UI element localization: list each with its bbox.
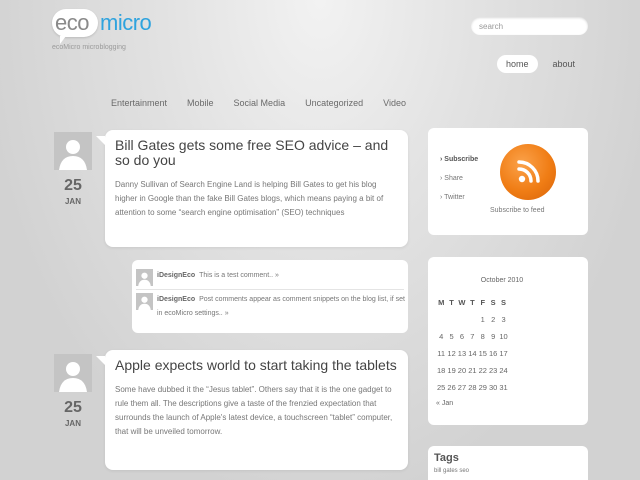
calendar-day: 31 <box>499 383 508 392</box>
calendar-day: 13 <box>457 349 467 358</box>
post-card: Bill Gates gets some free SEO advice – a… <box>96 130 408 247</box>
calendar-day: 7 <box>470 332 475 341</box>
category-nav: Entertainment Mobile Social Media Uncate… <box>111 98 426 108</box>
calendar-day: 18 <box>437 366 446 375</box>
comment-author[interactable]: iDesignEco <box>157 296 195 303</box>
subscribe-link[interactable]: › Subscribe <box>440 150 478 169</box>
calendar-day: 25 <box>437 383 446 392</box>
category-uncategorized[interactable]: Uncategorized <box>305 98 363 108</box>
post-date-day: 25 <box>64 177 82 194</box>
main-nav: home about <box>497 55 584 73</box>
comment-divider <box>136 289 404 290</box>
calendar-day: 5 <box>449 332 454 341</box>
avatar <box>54 132 92 170</box>
user-silhouette-icon <box>138 272 151 286</box>
calendar-week: 1 2 3 <box>436 311 509 328</box>
tag-cloud[interactable]: bill gates seo <box>434 468 469 474</box>
calendar-day: 22 <box>478 366 487 375</box>
user-silhouette-icon <box>59 140 87 170</box>
calendar-weekday: M <box>438 298 445 307</box>
share-link[interactable]: › Share <box>440 169 478 188</box>
calendar-day: 17 <box>499 349 508 358</box>
calendar-week: 4 5 6 7 8 9 10 <box>436 328 509 345</box>
calendar-day: 26 <box>447 383 456 392</box>
post-title[interactable]: Apple expects world to start taking the … <box>115 358 398 373</box>
calendar-week: 18 19 20 21 22 23 24 <box>436 362 509 379</box>
post-excerpt: Some have dubbed it the “Jesus tablet”. … <box>115 385 393 436</box>
subscribe-widget: › Subscribe › Share › Twitter Subscribe … <box>428 128 588 235</box>
nav-home[interactable]: home <box>497 55 538 73</box>
calendar-day: 19 <box>447 366 456 375</box>
comment-author[interactable]: iDesignEco <box>157 272 195 279</box>
post-date-month: JAN <box>64 197 81 206</box>
calendar-day: 3 <box>501 315 506 324</box>
calendar-day: 23 <box>488 366 498 375</box>
logo-eco-text: eco <box>55 10 89 35</box>
comment-snippets: iDesignEco This is a test comment.. » iDe… <box>132 260 408 333</box>
post-date-day: 25 <box>64 399 82 416</box>
rss-icon <box>517 160 540 183</box>
category-mobile[interactable]: Mobile <box>187 98 214 108</box>
calendar-day: 29 <box>478 383 487 392</box>
calendar-day: 15 <box>478 349 487 358</box>
comment-item: iDesignEco This is a test comment.. » <box>136 269 407 286</box>
post-card: Apple expects world to start taking the … <box>96 350 408 470</box>
site-tagline: ecoMicro microblogging <box>52 44 126 51</box>
calendar-weekday: W <box>458 298 466 307</box>
calendar-day: 12 <box>447 349 456 358</box>
comment-item: iDesignEco Post comments appear as commen… <box>136 293 407 321</box>
calendar-header-row: M T W T F S S <box>436 294 509 311</box>
calendar-day: 1 <box>480 315 485 324</box>
calendar-week: 11 12 13 14 15 16 17 <box>436 345 509 362</box>
calendar-weekday: F <box>480 298 486 307</box>
calendar-day: 24 <box>499 366 508 375</box>
calendar-day: 11 <box>437 349 446 358</box>
search-input[interactable] <box>471 17 588 35</box>
post-date-month: JAN <box>64 419 81 428</box>
calendar-day: 9 <box>491 332 496 341</box>
calendar-day: 8 <box>480 332 485 341</box>
calendar-weekday: T <box>449 298 454 307</box>
rss-feed-icon[interactable] <box>500 144 556 200</box>
calendar-day: 28 <box>468 383 477 392</box>
comment-text-wrap: iDesignEco Post comments appear as commen… <box>157 293 407 321</box>
comment-avatar <box>136 269 153 286</box>
calendar-day: 4 <box>439 332 444 341</box>
logo-micro-text: micro <box>100 10 152 35</box>
category-entertainment[interactable]: Entertainment <box>111 98 167 108</box>
calendar-weekday: S <box>490 298 496 307</box>
nav-about[interactable]: about <box>544 55 585 73</box>
subscribe-links: › Subscribe › Share › Twitter <box>440 150 478 207</box>
tags-title: Tags <box>434 452 459 464</box>
comment-text[interactable]: This is a test comment.. » <box>199 272 279 279</box>
subscribe-feed-label[interactable]: Subscribe to feed <box>490 207 544 214</box>
calendar-weekday: S <box>501 298 507 307</box>
calendar-day: 2 <box>491 315 496 324</box>
calendar-week: 25 26 27 28 29 30 31 <box>436 379 509 396</box>
calendar-day: 30 <box>488 383 498 392</box>
calendar-day: 20 <box>457 366 467 375</box>
comment-avatar <box>136 293 153 310</box>
user-silhouette-icon <box>138 296 151 310</box>
post-excerpt: Danny Sullivan of Search Engine Land is … <box>115 180 384 217</box>
calendar-title: October 2010 <box>480 277 524 284</box>
twitter-link[interactable]: › Twitter <box>440 188 478 207</box>
calendar-prev-link[interactable]: « Jan <box>436 400 453 407</box>
tags-widget: Tags bill gates seo <box>428 446 588 480</box>
calendar-grid: M T W T F S S 1 2 3 4 5 6 7 8 9 10 11 12… <box>436 294 509 396</box>
category-video[interactable]: Video <box>383 98 406 108</box>
category-social-media[interactable]: Social Media <box>234 98 286 108</box>
post-title[interactable]: Bill Gates gets some free SEO advice – a… <box>115 138 398 168</box>
calendar-widget: October 2010 M T W T F S S 1 2 3 4 5 6 7… <box>428 257 588 425</box>
calendar-day: 14 <box>468 349 477 358</box>
calendar-weekday: T <box>470 298 475 307</box>
calendar-day: 21 <box>468 366 477 375</box>
comment-text-wrap: iDesignEco This is a test comment.. » <box>157 269 407 286</box>
calendar-day: 6 <box>459 332 465 341</box>
calendar-day: 27 <box>457 383 467 392</box>
user-silhouette-icon <box>59 362 87 392</box>
calendar-day: 10 <box>499 332 508 341</box>
calendar-day: 16 <box>488 349 498 358</box>
avatar <box>54 354 92 392</box>
